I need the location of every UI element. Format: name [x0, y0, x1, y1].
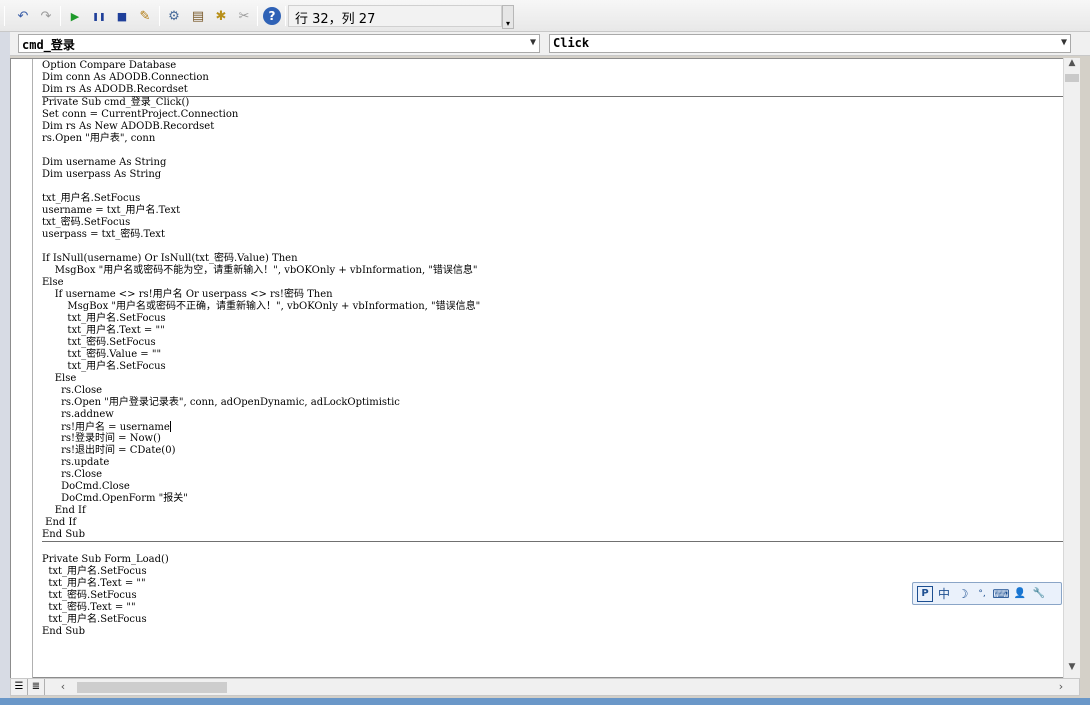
code-line[interactable]: txt_用户名.SetFocus	[42, 614, 1074, 626]
scroll-down-icon[interactable]: ▼	[1064, 662, 1080, 678]
object-browser-icon[interactable]: ✱	[212, 7, 230, 25]
window-edge	[0, 32, 10, 698]
code-line[interactable]: txt_用户名.SetFocus	[42, 313, 1074, 325]
toolbox-icon[interactable]: ✂	[235, 7, 253, 25]
ime-punctuation-icon[interactable]: °,	[974, 586, 990, 602]
standard-toolbar: ↶ ↷ ▶ ❚❚ ■ ✎ ⚙ ▤ ✱ ✂ ? 行 32，列 27 ▾	[0, 0, 1090, 32]
vba-editor-window: ↶ ↷ ▶ ❚❚ ■ ✎ ⚙ ▤ ✱ ✂ ? 行 32，列 27 ▾ cmd_登…	[0, 0, 1090, 705]
code-line[interactable]: rs.Close	[42, 385, 1074, 397]
object-combo-value: cmd_登录	[22, 38, 75, 52]
cursor-position-readout: 行 32，列 27	[288, 5, 502, 27]
code-line[interactable]	[42, 145, 1074, 157]
code-line[interactable]: username = txt_用户名.Text	[42, 205, 1074, 217]
code-line[interactable]: DoCmd.Close	[42, 481, 1074, 493]
code-line[interactable]: rs!退出时间 = CDate(0)	[42, 445, 1074, 457]
code-line[interactable]: DoCmd.OpenForm "报关"	[42, 493, 1074, 505]
code-line[interactable]: Dim username As String	[42, 157, 1074, 169]
undo-icon[interactable]: ↶	[14, 7, 32, 25]
reset-icon[interactable]: ■	[113, 7, 131, 25]
code-line[interactable]: rs.Open "用户登录记录表", conn, adOpenDynamic, …	[42, 397, 1074, 409]
code-line[interactable]	[42, 181, 1074, 193]
help-icon[interactable]: ?	[263, 7, 281, 25]
code-line[interactable]: MsgBox "用户名或密码不能为空，请重新输入！", vbOKOnly + v…	[42, 265, 1074, 277]
full-module-view-icon[interactable]: ≣	[28, 679, 45, 695]
code-line[interactable]: rs!用户名 = username	[42, 421, 1074, 433]
code-line[interactable]: txt_用户名.SetFocus	[42, 566, 1074, 578]
code-line[interactable]: txt_密码.Value = ""	[42, 349, 1074, 361]
procedure-combo[interactable]: Click ▼	[549, 34, 1071, 53]
vertical-scrollbar[interactable]: ▲ ▼	[1063, 58, 1080, 678]
code-line[interactable]: Dim rs As New ADODB.Recordset	[42, 121, 1074, 133]
break-icon[interactable]: ❚❚	[90, 7, 108, 25]
code-line[interactable]: txt_用户名.SetFocus	[42, 361, 1074, 373]
code-line[interactable]: txt_用户名.Text = ""	[42, 325, 1074, 337]
vertical-scroll-thumb[interactable]	[1065, 74, 1079, 82]
run-icon[interactable]: ▶	[66, 7, 84, 25]
code-line[interactable]: Dim rs As ADODB.Recordset	[42, 84, 1074, 96]
ime-toolbar[interactable]: P 中 ☽ °, ⌨ 👤 🔧	[912, 582, 1062, 605]
toolbar-separator	[285, 6, 286, 26]
code-line[interactable]: Else	[42, 277, 1074, 289]
ime-keyboard-icon[interactable]: ⌨	[992, 586, 1009, 602]
view-buttons: ☰ ≣	[11, 679, 45, 695]
code-line[interactable]: txt_用户名.SetFocus	[42, 193, 1074, 205]
code-pane-footer: ☰ ≣ ‹ ›	[10, 678, 1080, 696]
code-line[interactable]: End If	[42, 505, 1074, 517]
procedure-combo-value: Click	[553, 36, 590, 50]
margin-indicator-bar[interactable]	[11, 59, 33, 679]
code-line[interactable]: Private Sub Form_Load()	[42, 554, 1074, 566]
code-line[interactable]: Else	[42, 373, 1074, 385]
chevron-down-icon[interactable]: ▼	[1061, 37, 1067, 48]
code-line[interactable]: Dim conn As ADODB.Connection	[42, 72, 1074, 84]
design-mode-icon[interactable]: ✎	[136, 7, 154, 25]
toolbar-separator	[4, 6, 5, 26]
ime-chinese-mode[interactable]: 中	[936, 586, 952, 602]
code-line[interactable]: Private Sub cmd_登录_Click()	[42, 97, 1074, 109]
code-line[interactable]	[42, 241, 1074, 253]
ime-halfwidth-icon[interactable]: ☽	[955, 586, 971, 602]
scroll-right-icon[interactable]: ›	[1053, 679, 1069, 695]
toolbar-separator	[60, 6, 61, 26]
code-line[interactable]: rs.Close	[42, 469, 1074, 481]
code-line[interactable]: If IsNull(username) Or IsNull(txt_密码.Val…	[42, 253, 1074, 265]
chevron-down-icon[interactable]: ▼	[530, 37, 536, 48]
code-line[interactable]: txt_密码.SetFocus	[42, 337, 1074, 349]
code-line[interactable]: userpass = txt_密码.Text	[42, 229, 1074, 241]
properties-window-icon[interactable]: ▤	[189, 7, 207, 25]
code-line[interactable]: End Sub	[42, 626, 1074, 638]
code-line[interactable]	[42, 542, 1074, 554]
code-line[interactable]: rs.addnew	[42, 409, 1074, 421]
toolbar-separator	[257, 6, 258, 26]
code-line[interactable]: End Sub	[42, 529, 1074, 541]
window-bottom-border	[0, 698, 1090, 705]
scroll-up-icon[interactable]: ▲	[1064, 58, 1080, 74]
code-combo-row: cmd_登录 ▼ Click ▼	[0, 32, 1090, 56]
redo-icon[interactable]: ↷	[37, 7, 55, 25]
text-caret	[169, 421, 171, 432]
ime-settings-icon[interactable]: 🔧	[1031, 586, 1047, 602]
toolbar-options-button[interactable]: ▾	[502, 5, 514, 29]
code-line[interactable]: MsgBox "用户名或密码不正确，请重新输入！", vbOKOnly + vb…	[42, 301, 1074, 313]
toolbar-separator	[159, 6, 160, 26]
horizontal-scrollbar[interactable]: ‹ ›	[47, 679, 1077, 695]
project-explorer-icon[interactable]: ⚙	[165, 7, 183, 25]
code-line[interactable]: rs.Open "用户表", conn	[42, 133, 1074, 145]
ime-logo-icon[interactable]: P	[917, 585, 933, 602]
code-line[interactable]: End If	[42, 517, 1074, 529]
code-line[interactable]: Option Compare Database	[42, 60, 1074, 72]
scroll-left-icon[interactable]: ‹	[55, 679, 71, 695]
code-line[interactable]: txt_密码.SetFocus	[42, 217, 1074, 229]
code-line[interactable]: rs.update	[42, 457, 1074, 469]
horizontal-scroll-thumb[interactable]	[77, 682, 227, 693]
object-combo[interactable]: cmd_登录 ▼	[18, 34, 540, 53]
code-line[interactable]: rs!登录时间 = Now()	[42, 433, 1074, 445]
code-line[interactable]: Dim userpass As String	[42, 169, 1074, 181]
ime-user-icon[interactable]: 👤	[1012, 586, 1028, 602]
code-line[interactable]: Set conn = CurrentProject.Connection	[42, 109, 1074, 121]
procedure-view-icon[interactable]: ☰	[11, 679, 28, 695]
declarations-section: Option Compare Database Dim conn As ADODB…	[42, 60, 1074, 96]
procedure-cmd-login-click: Private Sub cmd_登录_Click() Set conn = Cur…	[42, 97, 1074, 541]
code-line[interactable]: If username <> rs!用户名 Or userpass <> rs!…	[42, 289, 1074, 301]
